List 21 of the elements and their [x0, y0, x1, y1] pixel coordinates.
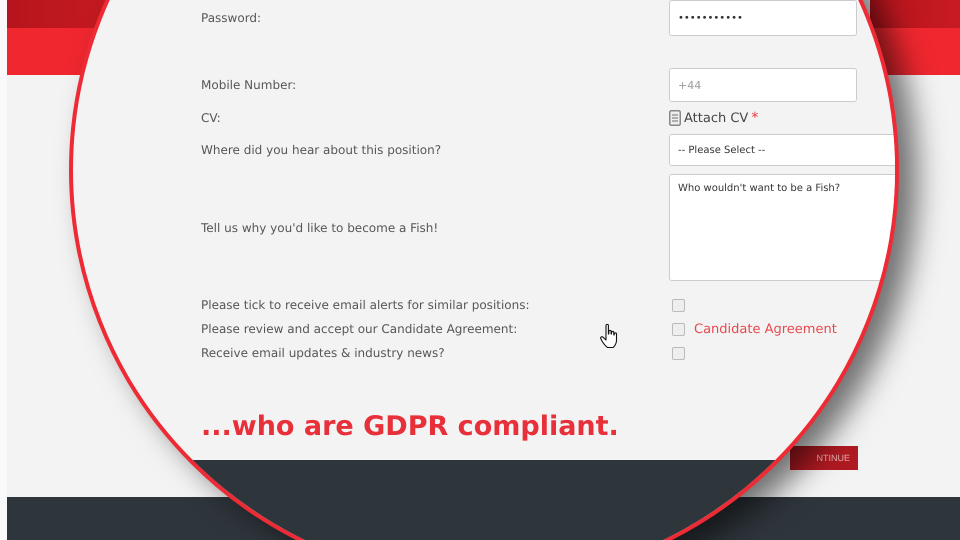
headline-caption: ...who are GDPR compliant.	[201, 411, 620, 442]
document-icon	[669, 110, 681, 126]
field-label: Where did you hear about this position?	[201, 143, 442, 157]
checkbox[interactable]	[672, 298, 685, 312]
attach-cv-link[interactable]: Attach CV	[684, 110, 748, 126]
required-mark: *	[751, 110, 758, 126]
field-label: Please tick to receive email alerts for similar positions:	[201, 298, 531, 312]
checkbox[interactable]	[672, 346, 685, 360]
motivation-textarea[interactable]: Who wouldn't want to be a Fish?	[669, 174, 895, 281]
continue-button[interactable]: NTINUE	[790, 446, 858, 470]
mobile-number-field[interactable]: +44	[669, 68, 857, 102]
field-label: Please review and accept our Candidate Agreement:	[201, 322, 518, 336]
hand-cursor-icon	[600, 323, 620, 349]
field-label: Password:	[201, 11, 262, 25]
checkbox[interactable]	[672, 322, 685, 336]
source-dropdown[interactable]: -- Please Select --	[669, 134, 895, 166]
field-label: Tell us why you'd like to become a Fish!	[201, 220, 440, 234]
field-label: Mobile Number:	[201, 78, 298, 92]
field-label: Receive email updates & industry news?	[201, 346, 446, 360]
field-label: CV:	[201, 111, 222, 125]
password-field[interactable]: •••••••••••	[669, 0, 857, 36]
